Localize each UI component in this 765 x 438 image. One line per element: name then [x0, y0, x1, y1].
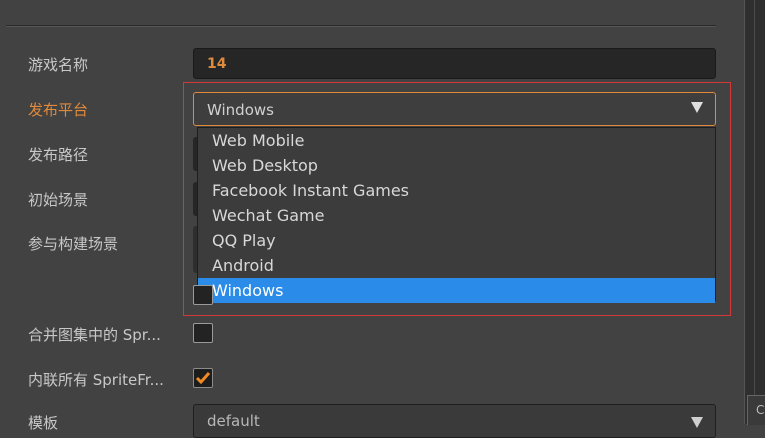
partially-hidden-checkbox[interactable]	[193, 285, 213, 305]
template-label: 模板	[28, 414, 59, 432]
platform-selected-value: Windows	[207, 101, 274, 119]
platform-option-wechat-game[interactable]: Wechat Game	[198, 203, 715, 228]
platform-option-web-mobile[interactable]: Web Mobile	[198, 128, 715, 153]
platform-label: 发布平台	[28, 101, 89, 119]
start-scene-label: 初始场景	[28, 191, 89, 209]
section-divider	[6, 25, 716, 27]
inline-sprite-checkbox[interactable]	[193, 368, 213, 388]
inline-sprite-label: 内联所有 SpriteFr...	[28, 371, 164, 389]
platform-option-facebook-instant-games[interactable]: Facebook Instant Games	[198, 178, 715, 203]
panel-divider	[754, 0, 755, 424]
merge-atlas-checkbox[interactable]	[193, 323, 213, 343]
platform-option-android[interactable]: Android	[198, 253, 715, 278]
dropdown-arrow-icon	[691, 102, 703, 113]
game-name-label: 游戏名称	[28, 56, 89, 74]
game-name-value: 14	[207, 56, 227, 72]
included-scenes-label: 参与构建场景	[28, 235, 119, 253]
merge-atlas-label: 合并图集中的 Spr...	[28, 326, 161, 344]
platform-option-windows[interactable]: Windows	[198, 278, 715, 303]
platform-option-web-desktop[interactable]: Web Desktop	[198, 153, 715, 178]
checkmark-icon	[195, 372, 211, 385]
template-selected-value: default	[207, 412, 260, 430]
template-select[interactable]: default	[193, 404, 716, 438]
platform-dropdown-list: Web Mobile Web Desktop Facebook Instant …	[197, 127, 716, 303]
platform-select[interactable]: Windows	[193, 92, 716, 126]
template-dropdown-arrow-icon	[691, 417, 703, 428]
game-name-input[interactable]: 14	[193, 48, 716, 79]
side-panel-button[interactable]: C	[747, 395, 765, 425]
platform-option-qq-play[interactable]: QQ Play	[198, 228, 715, 253]
build-path-label: 发布路径	[28, 146, 89, 164]
